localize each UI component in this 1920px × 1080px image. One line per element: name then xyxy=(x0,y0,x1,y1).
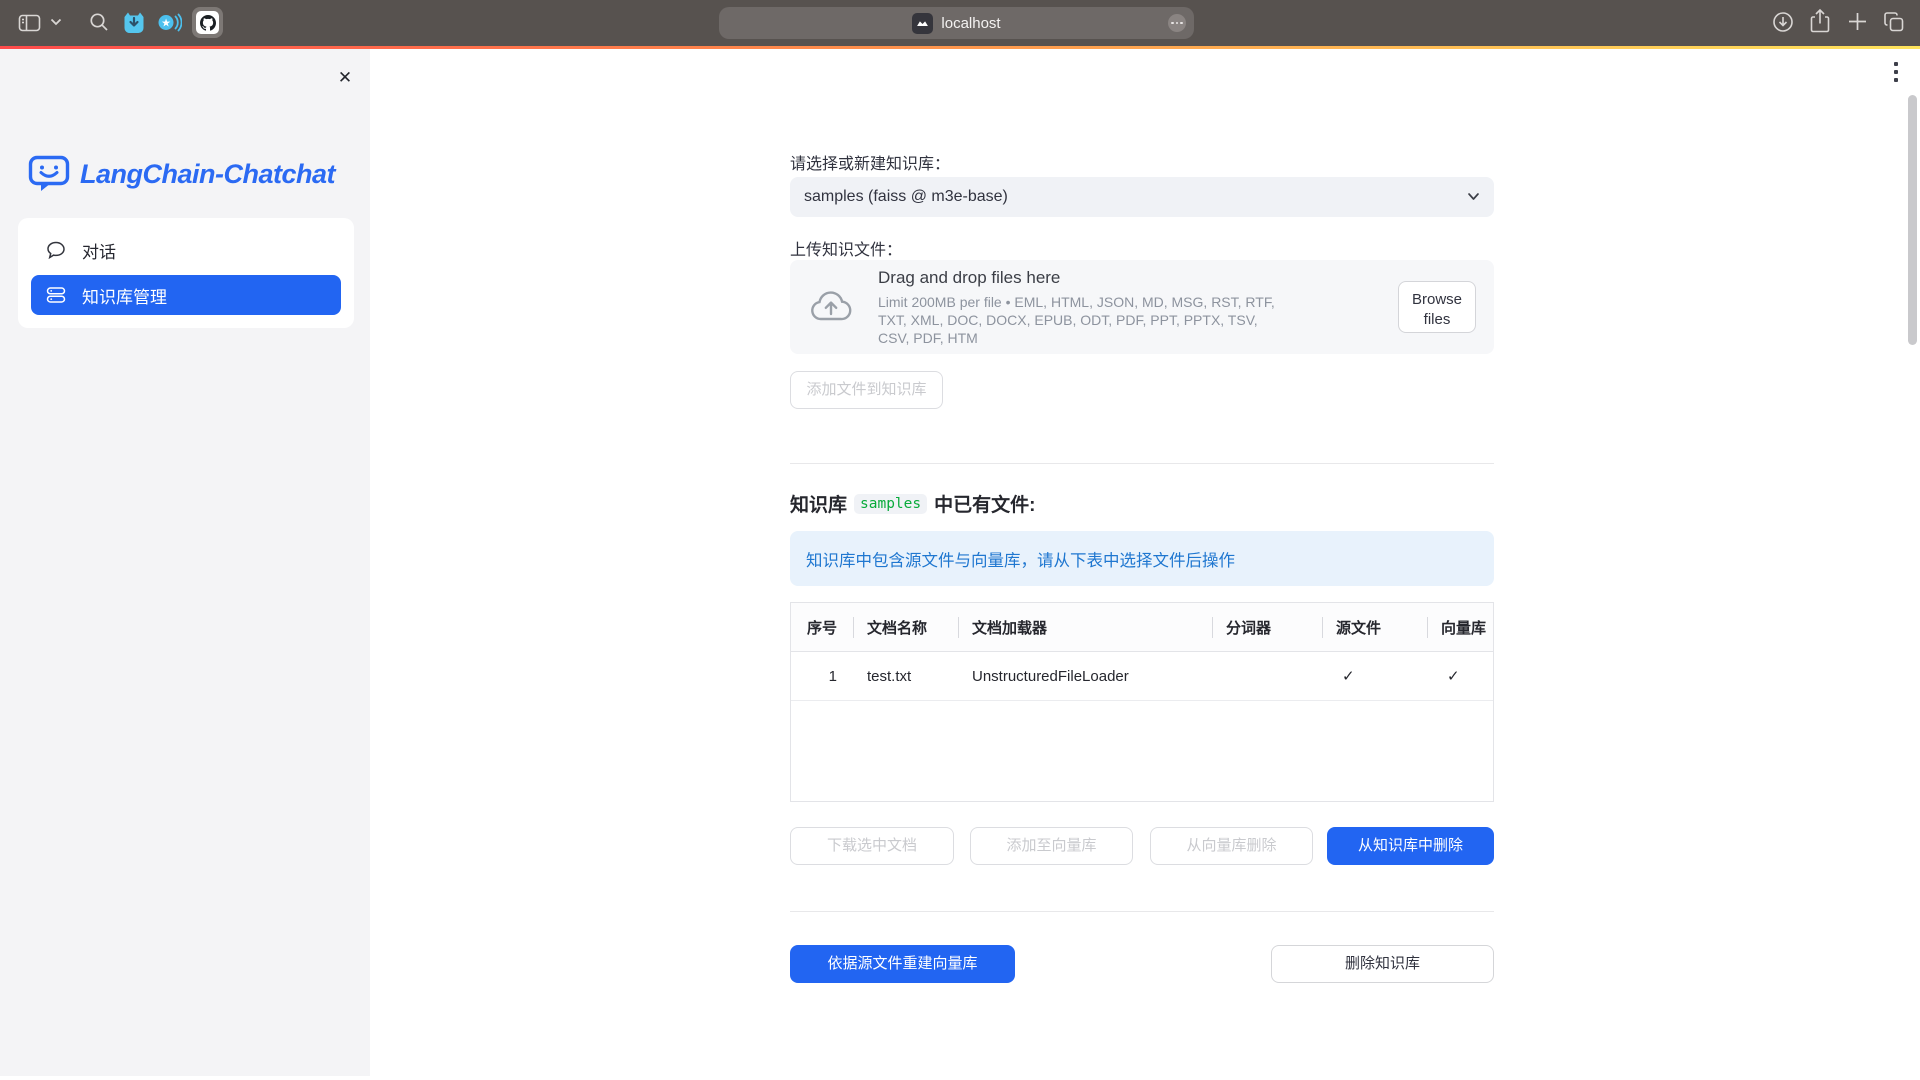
browser-toolbar: ★ localhost xyxy=(0,0,1920,46)
kb-files-table[interactable]: 序号 文档名称 文档加载器 分词器 源文件 向量库 1 test.txt Uns… xyxy=(790,602,1494,802)
address-host: localhost xyxy=(941,15,1000,32)
kb-management-page: 请选择或新建知识库： samples (faiss @ m3e-base) 上传… xyxy=(790,49,1494,1080)
app-logo: LangChain-Chatchat xyxy=(28,155,335,193)
sidebar-item-kb-management[interactable]: 知识库管理 xyxy=(31,275,341,315)
download-icon[interactable] xyxy=(1771,10,1795,34)
column-header[interactable]: 向量库 xyxy=(1427,603,1493,651)
rebuild-vector-button[interactable]: 依据源文件重建向量库 xyxy=(790,945,1015,983)
sidebar-item-label: 对话 xyxy=(82,238,116,263)
add-to-vector-button[interactable]: 添加至向量库 xyxy=(970,827,1133,865)
kb-select-value: samples (faiss @ m3e-base) xyxy=(804,188,1008,206)
sidebar-close-button[interactable]: ✕ xyxy=(334,67,356,89)
table-header-row: 序号 文档名称 文档加载器 分词器 源文件 向量库 xyxy=(791,603,1493,652)
svg-text:★: ★ xyxy=(161,18,171,30)
table-row[interactable]: 1 test.txt UnstructuredFileLoader ✓ ✓ xyxy=(791,652,1493,701)
kb-name-code: samples xyxy=(854,494,927,514)
toolbar-chevron-down-icon[interactable] xyxy=(50,18,62,26)
chat-bubble-icon xyxy=(46,240,66,260)
streamlit-favicon xyxy=(912,13,933,34)
upload-label: 上传知识文件： xyxy=(790,236,902,260)
cell-index: 1 xyxy=(791,652,853,700)
tabs-overview-icon[interactable] xyxy=(1882,10,1906,34)
column-header[interactable]: 文档加载器 xyxy=(958,603,1212,651)
kb-select-label: 请选择或新建知识库： xyxy=(790,150,950,174)
sidebar-nav: 对话 知识库管理 xyxy=(18,218,354,328)
sidebar-item-label: 知识库管理 xyxy=(82,283,167,308)
sidebar: ✕ LangChain-Chatchat 对话 知识库管理 xyxy=(0,49,370,1076)
delete-from-vector-button[interactable]: 从向量库删除 xyxy=(1150,827,1313,865)
logo-chat-bubble-icon xyxy=(28,155,70,193)
dropzone-title: Drag and drop files here xyxy=(878,268,1398,288)
sidebar-item-dialogue[interactable]: 对话 xyxy=(31,230,341,270)
new-tab-icon[interactable] xyxy=(1846,10,1869,33)
check-icon: ✓ xyxy=(1336,667,1355,685)
column-header[interactable]: 源文件 xyxy=(1322,603,1427,651)
file-dropzone[interactable]: Drag and drop files here Limit 200MB per… xyxy=(790,260,1494,354)
delete-from-kb-button[interactable]: 从知识库中删除 xyxy=(1327,827,1494,865)
column-header[interactable]: 分词器 xyxy=(1212,603,1322,651)
heading-prefix: 知识库 xyxy=(790,490,847,517)
cell-vector-check: ✓ xyxy=(1427,652,1493,700)
more-options-kebab-icon[interactable] xyxy=(1889,62,1903,92)
page-options-ellipsis-button[interactable] xyxy=(1168,14,1186,32)
chevron-down-icon xyxy=(1466,189,1481,204)
cell-source-check: ✓ xyxy=(1322,652,1427,700)
cell-loader: UnstructuredFileLoader xyxy=(958,652,1212,700)
github-logo xyxy=(196,11,219,34)
delete-kb-button[interactable]: 删除知识库 xyxy=(1271,945,1494,983)
kb-select[interactable]: samples (faiss @ m3e-base) xyxy=(790,177,1494,217)
upload-cloud-icon xyxy=(810,290,852,324)
column-header[interactable]: 文档名称 xyxy=(853,603,958,651)
share-icon[interactable] xyxy=(1808,8,1832,35)
address-bar[interactable]: localhost xyxy=(719,7,1194,39)
info-alert: 知识库中包含源文件与向量库，请从下表中选择文件后操作 xyxy=(790,531,1494,586)
kb-files-heading: 知识库 samples 中已有文件: xyxy=(790,490,1035,517)
dropzone-limit: Limit 200MB per file • EML, HTML, JSON, … xyxy=(878,293,1398,347)
check-icon: ✓ xyxy=(1441,667,1460,685)
search-icon[interactable] xyxy=(88,11,110,33)
column-header[interactable]: 序号 xyxy=(791,603,853,651)
heading-suffix: 中已有文件: xyxy=(934,490,1035,517)
download-selected-button[interactable]: 下载选中文档 xyxy=(790,827,954,865)
scrollbar-thumb[interactable] xyxy=(1908,95,1917,345)
divider xyxy=(790,463,1494,464)
logo-text: LangChain-Chatchat xyxy=(80,159,335,190)
sidebar-toggle-button[interactable] xyxy=(18,12,41,34)
github-extension-icon[interactable] xyxy=(192,7,223,38)
add-files-button[interactable]: 添加文件到知识库 xyxy=(790,371,943,409)
cell-splitter xyxy=(1212,652,1322,700)
cell-doc-name: test.txt xyxy=(853,652,958,700)
cat-extension-icon[interactable] xyxy=(122,10,146,35)
browse-files-button[interactable]: Browse files xyxy=(1398,281,1476,333)
ripple-star-extension-icon[interactable]: ★ xyxy=(156,10,182,35)
dropzone-text: Drag and drop files here Limit 200MB per… xyxy=(878,268,1398,347)
divider xyxy=(790,911,1494,912)
kb-stack-icon xyxy=(46,285,66,305)
